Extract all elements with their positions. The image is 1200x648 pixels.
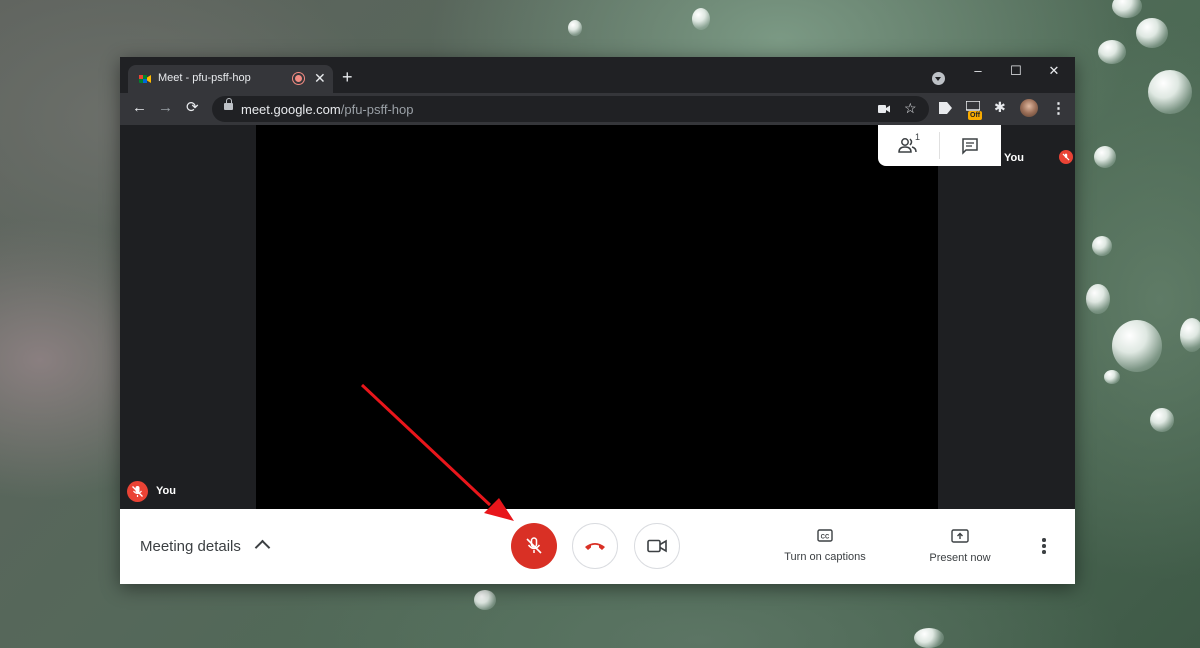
chat-button[interactable]	[950, 133, 990, 159]
sidebar-tile: You	[938, 125, 1075, 509]
forward-button[interactable]: →	[158, 100, 173, 116]
tab-title: Meet - pfu-psff-hop	[158, 72, 251, 84]
profile-avatar[interactable]	[1020, 99, 1038, 117]
reload-button[interactable]: ⟳	[186, 100, 199, 116]
camera-toggle-button[interactable]	[634, 523, 680, 569]
people-count: 1	[915, 132, 921, 142]
tab-search-icon[interactable]	[932, 72, 945, 85]
muted-mic-icon	[127, 481, 148, 502]
browser-toolbar: ← → ⟳ meet.google.com/pfu-psff-hop ☆ Off…	[120, 93, 1075, 125]
self-tile: You	[120, 125, 256, 509]
video-camera-icon	[647, 539, 667, 553]
minimize-button[interactable]: –	[968, 63, 988, 78]
lock-icon[interactable]	[224, 98, 233, 110]
meeting-details-button[interactable]: Meeting details	[140, 538, 241, 555]
back-button[interactable]: ←	[132, 100, 147, 116]
google-meet-icon	[139, 75, 151, 83]
self-tile-name: You	[156, 485, 176, 497]
browser-tab[interactable]: Meet - pfu-psff-hop ✕	[128, 65, 333, 93]
microphone-toggle-button[interactable]	[511, 523, 557, 569]
bookmark-star-icon[interactable]: ☆	[904, 100, 917, 117]
label-extension-icon[interactable]	[939, 102, 952, 114]
closed-captions-icon: CC	[817, 529, 833, 542]
svg-text:CC: CC	[821, 535, 830, 541]
url-text: meet.google.com/pfu-psff-hop	[241, 102, 414, 117]
captions-button[interactable]: CC Turn on captions	[780, 529, 870, 563]
top-right-panel: 1	[878, 125, 1001, 166]
present-screen-icon	[951, 529, 969, 543]
extension-off-badge: Off	[968, 111, 983, 120]
browser-window: Meet - pfu-psff-hop ✕ + – ☐ ✕ ← → ⟳ meet…	[120, 57, 1075, 584]
hang-up-icon	[585, 543, 605, 550]
present-now-label: Present now	[929, 552, 991, 564]
people-button[interactable]: 1	[889, 132, 929, 159]
panel-divider	[939, 132, 940, 159]
sidebar-tile-name: You	[1004, 152, 1024, 164]
maximize-button[interactable]: ☐	[1006, 63, 1026, 79]
tab-strip: Meet - pfu-psff-hop ✕ + – ☐ ✕	[120, 57, 1075, 93]
close-window-button[interactable]: ✕	[1044, 63, 1064, 79]
present-now-button[interactable]: Present now	[920, 529, 1000, 564]
main-video-area	[256, 125, 938, 509]
mic-off-icon	[526, 537, 542, 554]
browser-menu-icon[interactable]: ⋮	[1051, 99, 1066, 117]
address-bar[interactable]: meet.google.com/pfu-psff-hop ☆	[212, 96, 929, 122]
new-tab-button[interactable]: +	[342, 68, 353, 86]
tab-close-icon[interactable]: ✕	[314, 70, 326, 86]
recording-indicator-icon	[293, 73, 304, 84]
chat-icon	[962, 138, 978, 155]
extensions-puzzle-icon[interactable]: ✱	[994, 99, 1006, 116]
more-options-icon[interactable]	[1042, 538, 1046, 556]
captions-label: Turn on captions	[784, 551, 866, 563]
chevron-up-icon[interactable]	[254, 539, 271, 556]
sidebar-muted-mic-icon	[1059, 150, 1073, 164]
camera-permission-icon[interactable]	[878, 104, 891, 114]
meeting-controls-bar: Meeting details CC Turn on captions Pres…	[120, 509, 1075, 584]
meet-stage: You You 1	[120, 125, 1075, 509]
leave-call-button[interactable]	[572, 523, 618, 569]
